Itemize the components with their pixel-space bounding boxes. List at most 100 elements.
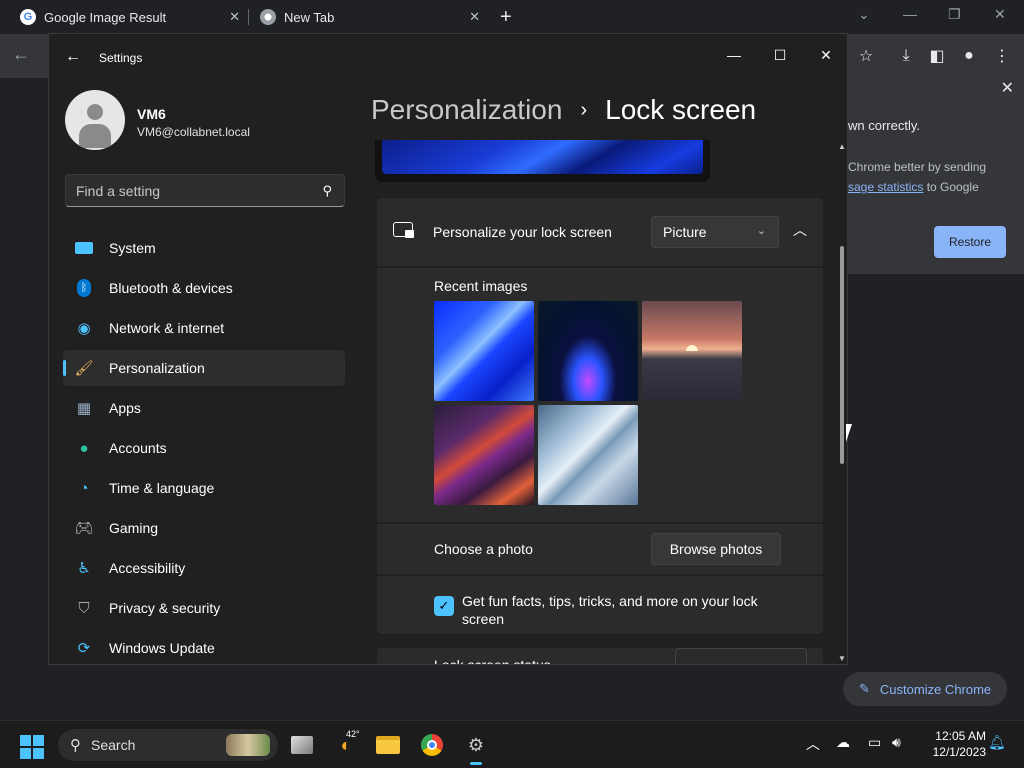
gamepad-icon: 🎮︎ bbox=[74, 520, 94, 537]
tab-title: New Tab bbox=[284, 9, 335, 25]
usage-statistics-link[interactable]: sage statistics bbox=[848, 180, 923, 194]
chrome-info-card: ✕ wn correctly. Chrome better by sending… bbox=[848, 78, 1024, 274]
lock-screen-status-dropdown[interactable] bbox=[675, 648, 807, 664]
lock-screen-icon bbox=[393, 222, 415, 240]
apps-icon: ▦ bbox=[76, 400, 92, 417]
close-tab-icon[interactable]: ✕ bbox=[229, 9, 240, 25]
chrome-icon bbox=[260, 9, 276, 25]
file-explorer-icon[interactable] bbox=[370, 729, 406, 761]
recent-images-label: Recent images bbox=[434, 278, 528, 294]
avatar[interactable] bbox=[65, 90, 125, 150]
sidebar-item-label: Gaming bbox=[109, 520, 159, 536]
chrome-tab-new-tab[interactable]: New Tab ✕ bbox=[260, 0, 480, 34]
sidebar-item-label: Accounts bbox=[109, 440, 167, 456]
sidebar-item-accounts[interactable]: ● Accounts bbox=[63, 430, 345, 466]
sidebar-item-bluetooth[interactable]: ᛒ Bluetooth & devices bbox=[63, 270, 345, 306]
start-button[interactable] bbox=[20, 735, 44, 759]
sidebar-item-personalization[interactable]: 🖌 Personalization bbox=[63, 350, 345, 386]
sidebar-item-accessibility[interactable]: ♿︎ Accessibility bbox=[63, 550, 345, 586]
fun-facts-label[interactable]: Get fun facts, tips, tricks, and more on… bbox=[462, 592, 782, 628]
sidebar-item-label: Windows Update bbox=[109, 640, 215, 656]
search-input[interactable]: Find a setting ⚲ bbox=[65, 174, 345, 207]
sidebar-item-label: System bbox=[109, 240, 156, 256]
settings-window: ← Settings — ☐ ✕ VM6 VM6@collabnet.local… bbox=[48, 33, 848, 665]
network-icon[interactable]: ▭ bbox=[868, 734, 881, 751]
info-text-line2: Chrome better by sending bbox=[848, 160, 987, 174]
close-window-button[interactable]: ✕ bbox=[994, 6, 1006, 23]
settings-titlebar: ← Settings — ☐ ✕ bbox=[49, 34, 847, 82]
chevron-up-icon[interactable]: ︿ bbox=[793, 220, 807, 240]
sidebar-item-apps[interactable]: ▦ Apps bbox=[63, 390, 345, 426]
onedrive-offline-icon[interactable]: ☁ bbox=[836, 734, 850, 751]
taskbar-clock[interactable]: 12:05 AM 12/1/2023 bbox=[920, 728, 986, 760]
sidebar-item-windows-update[interactable]: ⟳ Windows Update bbox=[63, 630, 345, 664]
google-icon: G bbox=[20, 9, 36, 25]
recent-images-panel: Recent images bbox=[377, 268, 823, 522]
recent-image-thumbnail[interactable] bbox=[538, 405, 638, 505]
close-button[interactable]: ✕ bbox=[803, 40, 847, 70]
close-icon[interactable]: ✕ bbox=[1001, 78, 1014, 98]
lock-screen-status-label: Lock screen status bbox=[434, 657, 551, 665]
lock-screen-icon-lock bbox=[405, 230, 414, 238]
choose-photo-label: Choose a photo bbox=[434, 541, 533, 557]
customize-chrome-button[interactable]: ✎ Customize Chrome bbox=[843, 672, 1007, 706]
recent-image-thumbnail[interactable] bbox=[434, 405, 534, 505]
recent-image-thumbnail[interactable] bbox=[538, 301, 638, 401]
fun-facts-checkbox[interactable]: ✓ bbox=[434, 596, 454, 616]
clock-date: 12/1/2023 bbox=[932, 745, 986, 759]
chrome-tab-google-image-result[interactable]: G Google Image Result ✕ bbox=[20, 0, 240, 34]
recent-image-thumbnail[interactable] bbox=[434, 301, 534, 401]
fun-facts-row: ✓ Get fun facts, tips, tricks, and more … bbox=[377, 576, 823, 634]
windows-logo-tile bbox=[33, 735, 44, 746]
active-indicator bbox=[63, 360, 66, 376]
breadcrumb-parent[interactable]: Personalization bbox=[371, 94, 562, 126]
breadcrumb: Personalization › Lock screen bbox=[371, 94, 756, 126]
sidebar-item-label: Personalization bbox=[109, 360, 205, 376]
menu-kebab-icon[interactable]: ⋮ bbox=[991, 45, 1013, 67]
new-tab-button[interactable]: + bbox=[500, 6, 512, 29]
tab-title: Google Image Result bbox=[44, 9, 167, 25]
personalize-lock-screen-row[interactable]: Personalize your lock screen Picture ⌄ ︿ bbox=[377, 198, 823, 266]
chrome-icon[interactable] bbox=[414, 729, 450, 761]
taskbar-search[interactable]: ⚲ Search bbox=[58, 729, 278, 761]
minimize-button[interactable]: — bbox=[711, 40, 757, 70]
task-view-icon[interactable] bbox=[284, 729, 320, 761]
search-icon: ⚲ bbox=[322, 183, 332, 198]
show-hidden-icons-chevron-icon[interactable]: ︿ bbox=[806, 734, 820, 754]
info-text-suffix: to Google bbox=[923, 180, 979, 194]
side-panel-icon[interactable]: ◧ bbox=[926, 45, 948, 67]
restore-button[interactable]: Restore bbox=[934, 226, 1006, 258]
sidebar-item-gaming[interactable]: 🎮︎ Gaming bbox=[63, 510, 345, 546]
lock-screen-status-row[interactable]: Lock screen status bbox=[377, 648, 823, 665]
tab-search-chevron-icon[interactable]: ⌄ bbox=[858, 6, 870, 23]
download-icon[interactable]: ⤓ bbox=[895, 45, 917, 67]
sidebar-item-label: Bluetooth & devices bbox=[109, 280, 233, 296]
scroll-down-arrow-icon[interactable]: ▼ bbox=[838, 654, 846, 663]
avatar-head bbox=[87, 104, 103, 120]
sidebar-item-time-language[interactable]: ◔ Time & language bbox=[63, 470, 345, 506]
sidebar-item-network[interactable]: ◉ Network & internet bbox=[63, 310, 345, 346]
personalize-dropdown[interactable]: Picture ⌄ bbox=[651, 216, 779, 248]
sidebar-item-label: Network & internet bbox=[109, 320, 225, 336]
scroll-thumb[interactable] bbox=[840, 246, 844, 464]
profile-icon[interactable]: ● bbox=[958, 45, 980, 67]
notification-bell-icon[interactable]: 🔔︎ bbox=[988, 734, 1006, 751]
recent-image-thumbnail[interactable] bbox=[642, 301, 742, 401]
scroll-up-arrow-icon[interactable]: ▲ bbox=[838, 142, 846, 151]
minimize-button[interactable]: — bbox=[903, 6, 917, 22]
browser-back-icon[interactable]: ← bbox=[12, 44, 30, 65]
wifi-icon: ◉ bbox=[77, 320, 91, 337]
restore-window-button[interactable]: ❐ bbox=[948, 6, 961, 23]
settings-gear-icon[interactable]: ⚙ bbox=[458, 729, 494, 765]
sidebar-item-label: Apps bbox=[109, 400, 141, 416]
sidebar-item-system[interactable]: System bbox=[63, 230, 345, 266]
volume-icon[interactable]: 🔊︎ bbox=[892, 734, 901, 751]
personalize-title: Personalize your lock screen bbox=[433, 224, 612, 240]
scrollbar[interactable]: ▲ ▼ bbox=[837, 140, 847, 664]
bookmark-star-icon[interactable]: ☆ bbox=[855, 45, 877, 67]
browse-photos-button[interactable]: Browse photos bbox=[651, 533, 781, 565]
sidebar-item-privacy-security[interactable]: ⛉ Privacy & security bbox=[63, 590, 345, 626]
maximize-button[interactable]: ☐ bbox=[757, 40, 803, 70]
close-tab-icon[interactable]: ✕ bbox=[469, 9, 480, 25]
back-arrow-icon[interactable]: ← bbox=[65, 48, 81, 66]
